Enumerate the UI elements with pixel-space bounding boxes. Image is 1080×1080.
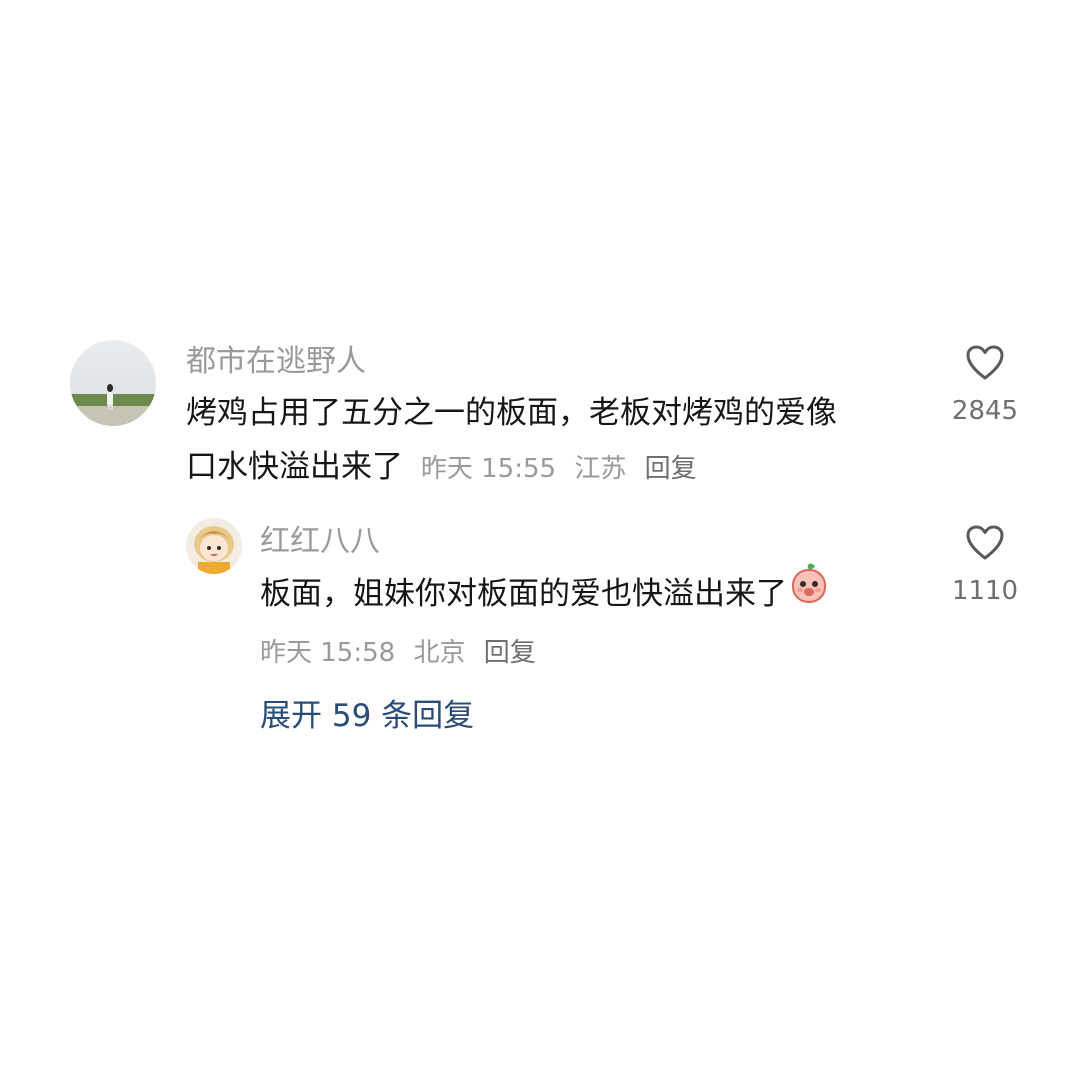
comment-time: 昨天 15:55 — [420, 454, 557, 484]
comment-text-line1: 烤鸡占用了五分之一的板面，老板对烤鸡的爱像 — [186, 395, 837, 431]
comment-like-button[interactable]: 2845 — [940, 344, 1030, 426]
reply-text-line: 板面，姐妹你对板面的爱也快溢出来了 — [260, 563, 920, 625]
avatar-image — [70, 340, 156, 426]
comment-meta: 昨天 15:55 江苏 回复 — [421, 454, 707, 484]
expand-replies-button[interactable]: 展开 59 条回复 — [260, 690, 474, 735]
reply-like-count: 1110 — [951, 576, 1019, 606]
comment-text: 烤鸡占用了五分之一的板面，老板对烤鸡的爱像 口水快溢出来了 昨天 15:55 江… — [186, 386, 916, 496]
comment-reply-button[interactable]: 回复 — [645, 454, 697, 484]
reply-like-button[interactable]: 1110 — [940, 524, 1030, 606]
reply-location: 北京 — [413, 638, 466, 668]
commenter-username[interactable]: 都市在逃野人 — [186, 342, 366, 382]
comment-thread: 都市在逃野人 烤鸡占用了五分之一的板面，老板对烤鸡的爱像 口水快溢出来了 昨天 … — [0, 0, 1080, 1080]
reply-reply-button[interactable]: 回复 — [484, 638, 536, 668]
comment-location: 江苏 — [574, 454, 627, 484]
avatar-image — [186, 518, 242, 574]
reply-meta: 昨天 15:58 北京 回复 — [260, 632, 546, 669]
comment-like-count: 2845 — [951, 396, 1019, 426]
comment-text-line2-content: 口水快溢出来了 — [186, 449, 403, 485]
reply-time: 昨天 15:58 — [260, 638, 396, 668]
heart-outline-icon — [966, 525, 1004, 560]
peach-emoji-icon — [789, 562, 829, 621]
heart-outline-icon — [966, 345, 1004, 380]
avatar-replier[interactable] — [186, 518, 242, 574]
comment-text-line2: 口水快溢出来了 昨天 15:55 江苏 回复 — [186, 440, 916, 496]
reply-text: 板面，姐妹你对板面的爱也快溢出来了 — [260, 576, 787, 612]
avatar-commenter[interactable] — [70, 340, 156, 426]
replier-username[interactable]: 红红八八 — [260, 522, 380, 562]
